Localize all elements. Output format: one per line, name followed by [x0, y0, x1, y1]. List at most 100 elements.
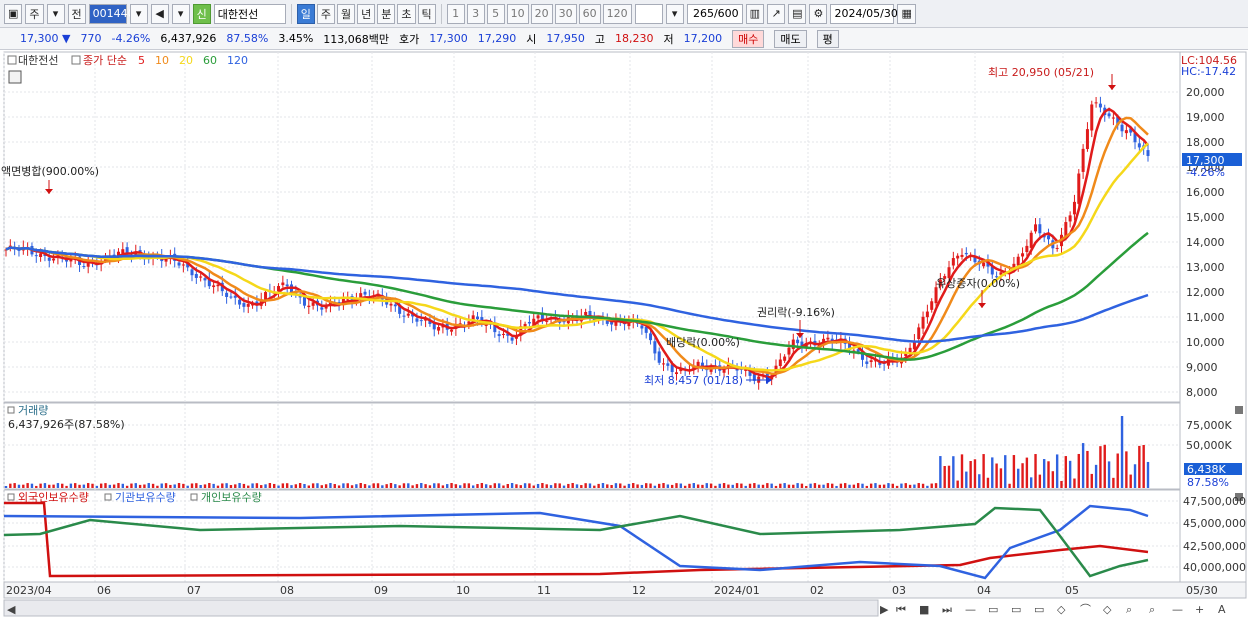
checkbox-icon[interactable] [7, 55, 17, 65]
candle-body [536, 315, 540, 319]
interval-button-120[interactable]: 120 [602, 3, 632, 24]
volume-bar [1068, 460, 1072, 488]
volume-bar [22, 484, 25, 488]
checkbox-icon[interactable] [71, 55, 81, 65]
interval-button-5[interactable]: 5 [486, 3, 505, 24]
type-select[interactable]: 주 [25, 3, 44, 24]
nav-button-icon: A [1218, 603, 1226, 616]
count-field[interactable]: 265/600 [686, 3, 743, 24]
volume-bar [632, 483, 635, 488]
volume-bar [878, 484, 882, 488]
volume-bar [1133, 464, 1137, 488]
volume-bar [138, 484, 142, 488]
volume-bar [645, 483, 648, 488]
speaker-icon[interactable]: ◀ [150, 3, 169, 24]
candle-body [696, 361, 700, 367]
volume-bar [333, 484, 336, 488]
volume-bar [770, 483, 773, 488]
x-tick-label: 11 [537, 584, 551, 597]
volume-bar [212, 483, 215, 488]
period-button-1[interactable]: 주 [316, 3, 336, 24]
price-tick-label: 18,000 [1186, 136, 1225, 149]
volume-bar [74, 483, 77, 488]
candle-body [216, 284, 220, 287]
interval-button-20[interactable]: 20 [530, 3, 553, 24]
x-tick-label: 09 [374, 584, 388, 597]
horizontal-scrollbar[interactable] [3, 599, 879, 617]
holding-tick-label: 45,000,000 [1183, 517, 1246, 530]
candle-body [39, 253, 43, 258]
close-icon[interactable] [1235, 406, 1243, 414]
window-icon[interactable]: ▣ [4, 3, 23, 24]
buy-button[interactable]: 매수 [732, 29, 765, 48]
interval-button-30[interactable]: 30 [554, 3, 577, 24]
gear-icon[interactable]: ⚙ [809, 3, 828, 24]
volume-bar [999, 468, 1003, 488]
volume-bar [177, 483, 181, 488]
date-input[interactable]: 2024/05/30 [830, 3, 898, 24]
scroll-right-icon[interactable]: ▶ [880, 603, 889, 616]
interval-button-10[interactable]: 10 [506, 3, 529, 24]
interval-button-3[interactable]: 3 [466, 3, 485, 24]
ma-legend-5: 5 [138, 54, 145, 67]
volume-bar [978, 474, 981, 488]
volume-bar [13, 483, 16, 488]
volume-bar [930, 483, 933, 488]
volume-bar [666, 484, 670, 488]
candle-body [229, 296, 233, 298]
period-button-5[interactable]: 초 [397, 3, 416, 24]
candle-body [545, 320, 549, 322]
interval-input[interactable] [634, 3, 663, 24]
stock-code-input[interactable]: 001440 [88, 3, 135, 24]
volume-bar [969, 461, 972, 488]
line-tool-icon[interactable]: ↗ [767, 3, 786, 24]
stock-chart[interactable]: 대한전선 종가 단순 5 10 20 60 120 LC:104.56 HC:-17.4… [0, 50, 1248, 621]
volume-bar [1086, 450, 1089, 488]
volume-bar [208, 483, 211, 488]
table-icon[interactable] [8, 70, 22, 84]
volume-bar [337, 485, 341, 488]
volume-bar [1142, 444, 1145, 488]
interval-button-60[interactable]: 60 [578, 3, 601, 24]
volume-bar [52, 484, 55, 488]
hc-label: HC:-17.42 [1181, 65, 1236, 78]
period-button-4[interactable]: 분 [377, 3, 396, 24]
interval-button-1[interactable]: 1 [446, 3, 465, 24]
eval-button[interactable]: 평 [816, 29, 839, 48]
calendar-icon[interactable]: ▦ [897, 3, 916, 24]
volume-bar [290, 485, 293, 488]
period-button-2[interactable]: 월 [337, 3, 356, 24]
candle-body [964, 252, 968, 255]
interval-dropdown-icon[interactable]: ▾ [665, 3, 684, 24]
volume-bar [554, 483, 557, 488]
high-annotation: 최고 20,950 (05/21) [988, 66, 1094, 79]
save-icon[interactable]: ▤ [788, 3, 807, 24]
volume-bar [216, 485, 220, 488]
code-dropdown-icon[interactable]: ▾ [129, 3, 148, 24]
period-button-3[interactable]: 년 [357, 3, 376, 24]
volume-bar [1012, 455, 1016, 488]
volume-bar [376, 483, 380, 488]
volume-bar [1051, 471, 1055, 488]
volume-bar [467, 483, 471, 488]
volume-bar [908, 484, 912, 488]
volume-bar [65, 485, 68, 488]
period-buttons: 일주월년분초틱 [296, 3, 436, 24]
volume-bar [1138, 445, 1141, 488]
scroll-left-icon[interactable]: ◀ [7, 603, 16, 616]
volume-bar [709, 483, 713, 488]
stock-name-field[interactable]: 대한전선 [213, 3, 286, 24]
volume-bar [272, 483, 276, 488]
prefix-button[interactable]: 전 [67, 3, 86, 24]
checkbox-icon[interactable] [7, 406, 15, 414]
volume-bar [679, 483, 683, 488]
candle-body [1021, 253, 1025, 257]
sell-button[interactable]: 매도 [774, 29, 807, 48]
speaker-dropdown-icon[interactable]: ▾ [171, 3, 190, 24]
candle-icon[interactable]: ▥ [745, 3, 765, 24]
volume-bar [363, 484, 367, 488]
nav-button-icon: ◇ [1103, 603, 1112, 616]
period-button-6[interactable]: 틱 [417, 3, 436, 24]
chevron-down-icon[interactable]: ▾ [46, 3, 65, 24]
period-button-0[interactable]: 일 [296, 3, 315, 24]
